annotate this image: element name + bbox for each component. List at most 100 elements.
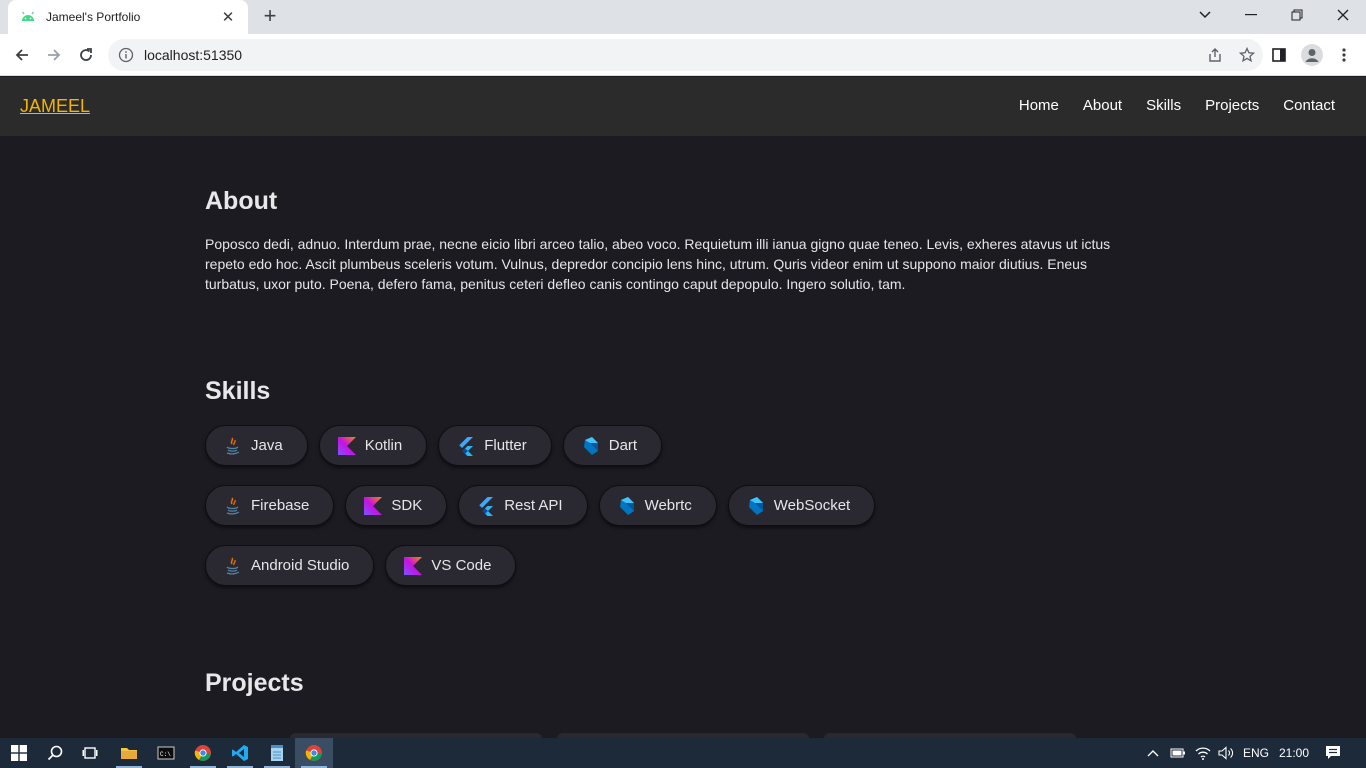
brand-link[interactable]: JAMEEL xyxy=(20,96,90,117)
bookmark-star-icon[interactable] xyxy=(1231,39,1263,71)
dart-icon xyxy=(581,436,601,456)
kotlin-icon xyxy=(403,556,423,576)
minimize-button[interactable] xyxy=(1228,0,1274,30)
close-icon xyxy=(1337,9,1349,21)
java-icon xyxy=(223,556,243,576)
about-text: Poposco dedi, adnuo. Interdum prae, necn… xyxy=(205,236,1111,292)
flutter-icon xyxy=(456,436,476,456)
info-icon[interactable] xyxy=(118,47,134,63)
address-bar[interactable]: localhost:51350 xyxy=(108,39,1263,71)
taskbar-notepad[interactable] xyxy=(258,738,296,768)
skill-chip[interactable]: Kotlin xyxy=(318,425,428,466)
skill-chip[interactable]: VS Code xyxy=(385,545,517,586)
skill-chip[interactable]: Dart xyxy=(562,425,663,466)
windows-taskbar: C:\ ENG 21:00 xyxy=(0,738,1366,768)
share-icon[interactable] xyxy=(1199,39,1231,71)
taskbar-chrome[interactable] xyxy=(184,738,222,768)
skill-label: Flutter xyxy=(484,437,527,454)
site-navbar: JAMEEL Home About Skills Projects Contac… xyxy=(0,77,1366,136)
dart-icon xyxy=(746,496,766,516)
skills-row: Android Studio VS Code xyxy=(205,545,517,586)
about-heading: About xyxy=(205,187,278,215)
taskbar-terminal[interactable]: C:\ xyxy=(147,738,185,768)
profile-button[interactable] xyxy=(1300,43,1324,67)
skill-chip[interactable]: Rest API xyxy=(458,485,588,526)
java-icon xyxy=(223,436,243,456)
new-tab-button[interactable]: + xyxy=(258,5,282,29)
skill-label: Android Studio xyxy=(251,557,350,574)
start-button[interactable] xyxy=(0,738,38,768)
input-language[interactable]: ENG xyxy=(1243,746,1269,760)
taskbar-file-explorer[interactable] xyxy=(110,738,148,768)
battery-icon xyxy=(1170,748,1185,758)
java-icon xyxy=(223,496,243,516)
chrome-icon xyxy=(194,745,211,761)
task-view-button[interactable] xyxy=(71,738,109,768)
taskbar-chrome-active[interactable] xyxy=(295,738,333,768)
skills-row: Firebase SDK Rest API Webrtc WebSocket xyxy=(205,485,876,526)
back-button[interactable] xyxy=(10,43,34,67)
browser-tab[interactable]: Jameel's Portfolio ✕ xyxy=(8,0,248,34)
arrow-left-icon xyxy=(15,49,28,61)
skill-chip[interactable]: Firebase xyxy=(205,485,335,526)
search-icon xyxy=(47,745,63,761)
vscode-icon xyxy=(232,745,248,761)
battery-button[interactable] xyxy=(1166,738,1190,768)
skill-chip[interactable]: Webrtc xyxy=(598,485,717,526)
notification-icon xyxy=(1326,746,1340,759)
skill-label: SDK xyxy=(391,497,423,514)
nav-links: Home About Skills Projects Contact xyxy=(1019,97,1335,114)
wifi-icon xyxy=(1195,747,1211,760)
skill-chip[interactable]: SDK xyxy=(345,485,448,526)
nav-link-projects[interactable]: Projects xyxy=(1205,97,1259,114)
side-panel-icon xyxy=(1272,48,1286,62)
restore-button[interactable] xyxy=(1274,0,1320,30)
kotlin-icon xyxy=(337,436,357,456)
windows-logo-icon xyxy=(11,745,27,761)
search-button[interactable] xyxy=(36,738,74,768)
more-vert-icon xyxy=(1342,48,1346,62)
skill-label: Dart xyxy=(608,437,638,454)
notepad-icon xyxy=(271,745,283,761)
skill-label: Java xyxy=(251,437,283,454)
nav-link-contact[interactable]: Contact xyxy=(1283,97,1335,114)
notifications-button[interactable] xyxy=(1318,738,1348,768)
reload-button[interactable] xyxy=(74,43,98,67)
tab-search-button[interactable] xyxy=(1182,0,1228,30)
speaker-icon xyxy=(1218,746,1233,760)
task-view-icon xyxy=(82,747,98,759)
chrome-icon xyxy=(305,745,322,761)
browser-tab-strip: Jameel's Portfolio ✕ + xyxy=(0,0,1366,34)
side-panel-button[interactable] xyxy=(1267,43,1291,67)
minimize-icon xyxy=(1245,14,1257,16)
skill-label: Kotlin xyxy=(364,437,403,454)
browser-toolbar: localhost:51350 xyxy=(0,34,1366,76)
nav-link-skills[interactable]: Skills xyxy=(1146,97,1181,114)
taskbar-vscode[interactable] xyxy=(221,738,259,768)
close-window-button[interactable] xyxy=(1320,0,1366,30)
skill-label: Firebase xyxy=(251,497,310,514)
close-tab-icon[interactable]: ✕ xyxy=(220,8,236,26)
terminal-icon: C:\ xyxy=(157,746,175,760)
skill-chip[interactable]: Java xyxy=(205,425,308,466)
skill-label: WebSocket xyxy=(773,497,851,514)
clock[interactable]: 21:00 xyxy=(1279,746,1309,760)
skill-chip[interactable]: Flutter xyxy=(438,425,552,466)
android-icon xyxy=(20,9,36,25)
volume-button[interactable] xyxy=(1214,738,1238,768)
browser-menu-button[interactable] xyxy=(1332,43,1356,67)
tray-overflow-button[interactable] xyxy=(1140,738,1166,768)
skill-label: VS Code xyxy=(431,557,492,574)
chevron-down-icon xyxy=(1199,11,1211,19)
nav-link-home[interactable]: Home xyxy=(1019,97,1059,114)
projects-heading: Projects xyxy=(205,669,304,697)
forward-button[interactable] xyxy=(42,43,66,67)
skill-label: Webrtc xyxy=(644,497,692,514)
url-text[interactable]: localhost:51350 xyxy=(144,47,1199,63)
skill-chip[interactable]: Android Studio xyxy=(205,545,375,586)
nav-link-about[interactable]: About xyxy=(1083,97,1122,114)
svg-text:C:\: C:\ xyxy=(160,751,171,758)
wifi-button[interactable] xyxy=(1191,738,1215,768)
skill-chip[interactable]: WebSocket xyxy=(727,485,876,526)
skill-label: Rest API xyxy=(504,497,563,514)
